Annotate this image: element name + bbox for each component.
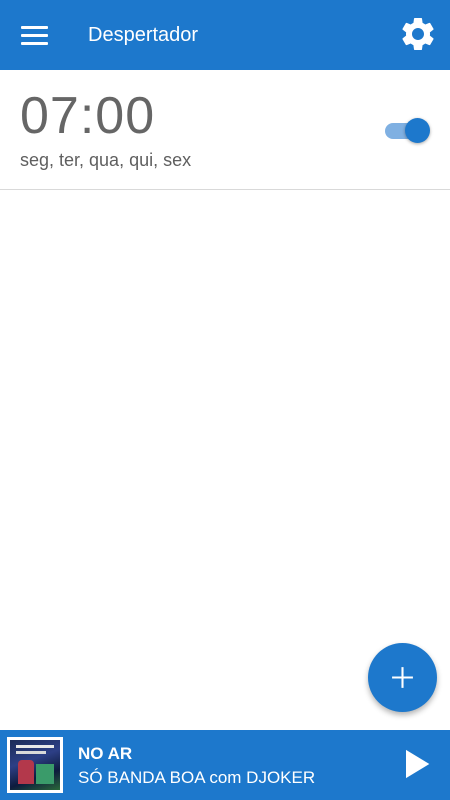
gear-icon xyxy=(402,17,434,50)
album-cover-image xyxy=(7,737,63,793)
plus-icon xyxy=(392,667,413,688)
app-toolbar: Despertador xyxy=(0,0,450,70)
alarm-time: 07:00 xyxy=(20,87,156,145)
menu-button[interactable] xyxy=(14,16,54,56)
alarm-item[interactable]: 07:00 seg, ter, qua, qui, sex xyxy=(0,70,450,190)
settings-button[interactable] xyxy=(398,14,438,54)
player-status: NO AR xyxy=(78,744,133,763)
play-icon xyxy=(406,749,430,779)
play-button[interactable] xyxy=(396,744,436,784)
page-title: Despertador xyxy=(88,24,199,46)
add-alarm-button[interactable] xyxy=(368,643,437,712)
radio-player-bar[interactable]: NO AR SÓ BANDA BOA com DJOKER xyxy=(0,730,450,800)
toggle-thumb xyxy=(405,118,430,143)
alarm-enabled-toggle[interactable] xyxy=(385,118,430,144)
alarm-app: Despertador 07:00 seg, ter, qua, qui, se… xyxy=(0,0,450,800)
player-program-title: SÓ BANDA BOA com DJOKER xyxy=(78,768,316,787)
alarm-days: seg, ter, qua, qui, sex xyxy=(20,150,192,170)
hamburger-menu-icon xyxy=(21,26,48,29)
